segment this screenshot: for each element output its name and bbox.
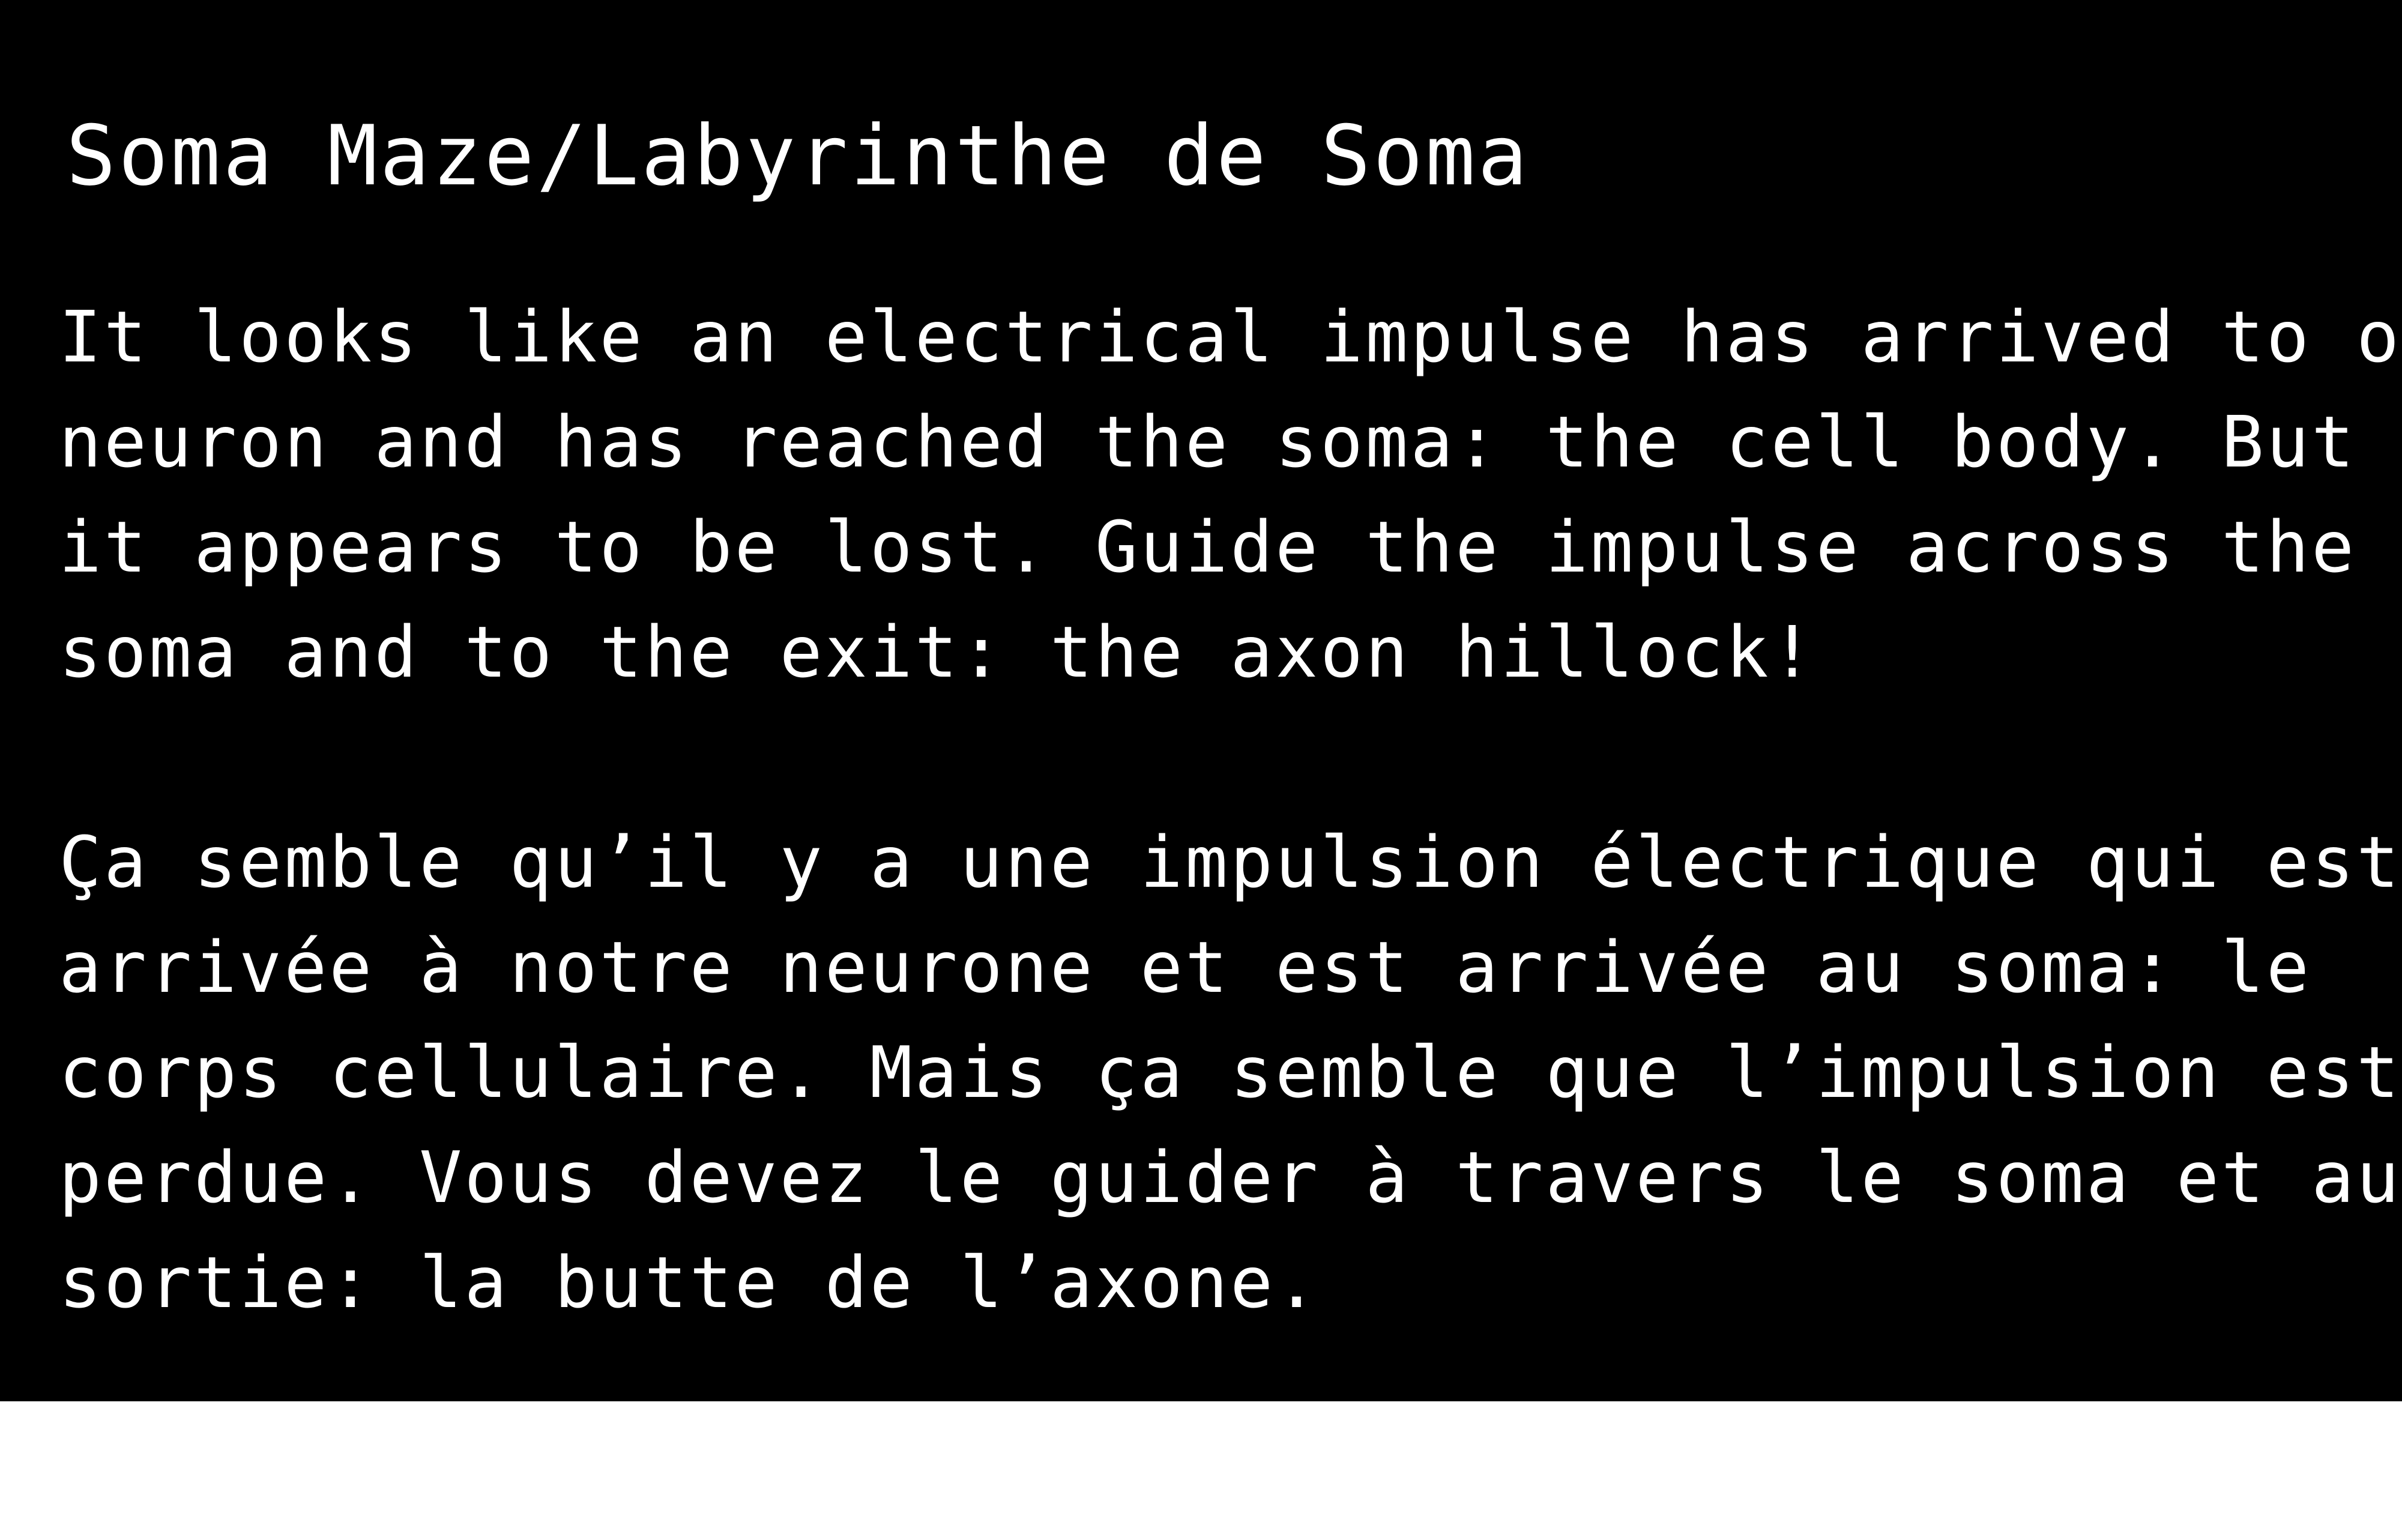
game-title: Soma Maze/Labyrinthe de Soma bbox=[66, 107, 1530, 204]
description-french-line: corps cellulaire. Mais ça semble que l’i… bbox=[59, 1031, 2402, 1114]
description-french: Ça semble qu’il y a une impulsion électr… bbox=[59, 810, 2402, 1335]
description-french-line: Ça semble qu’il y a une impulsion électr… bbox=[59, 821, 2402, 904]
intro-dialog-panel: Soma Maze/Labyrinthe de Soma It looks li… bbox=[0, 0, 2402, 1401]
description-french-line: arrivée à notre neurone et est arrivée a… bbox=[59, 926, 2312, 1009]
description-french-line: perdue. Vous devez le guider à travers l… bbox=[59, 1136, 2402, 1219]
description-english-line: soma and to the exit: the axon hillock! bbox=[59, 611, 1816, 693]
description-english-line: it appears to be lost. Guide the impulse… bbox=[59, 506, 2357, 588]
description-english-line: It looks like an electrical impulse has … bbox=[59, 295, 2402, 378]
game-screen: Soma Maze/Labyrinthe de Soma It looks li… bbox=[0, 0, 2402, 1540]
description-french-line: sortie: la butte de l’axone. bbox=[59, 1241, 1321, 1324]
description-english-line: neuron and has reached the soma: the cel… bbox=[59, 400, 2357, 483]
description-english: It looks like an electrical impulse has … bbox=[59, 285, 2402, 705]
